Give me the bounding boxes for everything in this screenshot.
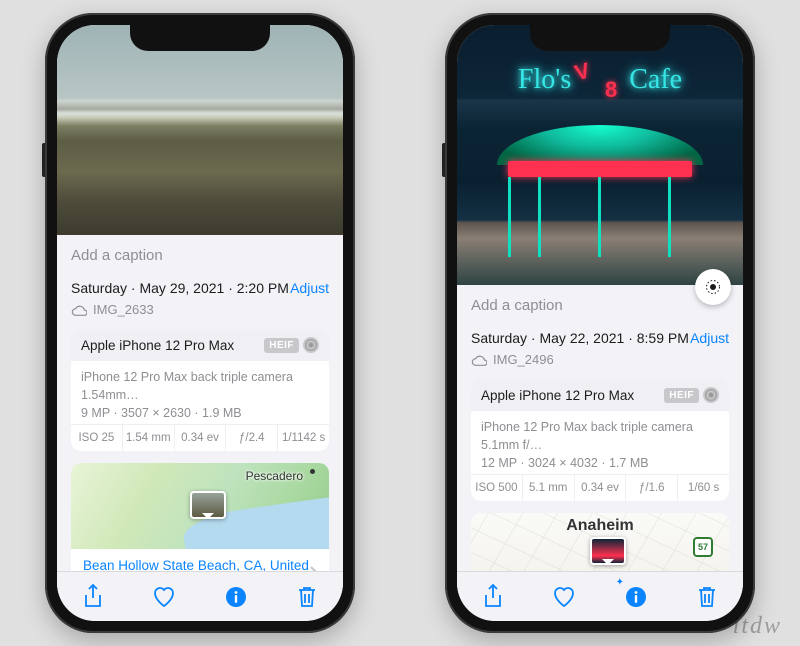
lens-icon [703, 387, 719, 403]
device-name: Apple iPhone 12 Pro Max [481, 388, 634, 403]
share-icon[interactable] [79, 583, 107, 611]
trash-icon[interactable] [693, 583, 721, 611]
iphone-mockup-right: Flo's Cafe Add a caption Saturday · May … [445, 13, 755, 633]
exif-fstop: ƒ/2.4 [226, 425, 278, 451]
map-location-row[interactable]: Bean Hollow State Beach, CA, United Stat… [71, 549, 329, 571]
adjust-button[interactable]: Adjust [290, 280, 329, 296]
info-icon[interactable] [622, 583, 650, 611]
info-panel: Add a caption Saturday · May 22, 2021 · … [457, 285, 743, 571]
dimensions-text: 12 MP · 3024 × 4032 · 1.7 MB [481, 454, 719, 470]
map-photo-pin[interactable] [190, 491, 226, 519]
info-panel: Add a caption Saturday · May 29, 2021 · … [57, 235, 343, 571]
map-place-label: Pescadero [246, 469, 303, 483]
live-photo-button[interactable] [695, 269, 731, 305]
photo-preview[interactable]: Flo's Cafe [457, 25, 743, 285]
favorite-icon[interactable] [150, 583, 178, 611]
favorite-icon[interactable] [550, 583, 578, 611]
neon-v8-logo [579, 59, 621, 101]
photo-cafe-image: Flo's Cafe [457, 25, 743, 285]
adjust-button[interactable]: Adjust [690, 330, 729, 346]
exif-iso: ISO 25 [71, 425, 123, 451]
exif-card: Apple iPhone 12 Pro Max HEIF iPhone 12 P… [71, 329, 329, 451]
map-card[interactable]: Pescadero Bean Hollow State Beach, CA, U… [71, 463, 329, 571]
lens-description: iPhone 12 Pro Max back triple camera 5.1… [481, 419, 719, 454]
highway-shield: 57 [693, 537, 713, 557]
neon-word-right: Cafe [629, 64, 682, 96]
caption-input[interactable]: Add a caption [71, 235, 329, 278]
screen: Add a caption Saturday · May 29, 2021 · … [57, 25, 343, 621]
chevron-right-icon [309, 566, 317, 572]
notch [530, 25, 670, 51]
exif-card: Apple iPhone 12 Pro Max HEIF iPhone 12 P… [471, 379, 729, 501]
exif-iso: ISO 500 [471, 475, 523, 501]
neon-sign: Flo's Cafe [457, 59, 743, 101]
exif-shutter: 1/1142 s [278, 425, 329, 451]
bottom-toolbar [457, 571, 743, 621]
photo-coast-image [57, 25, 343, 235]
exif-ev: 0.34 ev [175, 425, 227, 451]
lens-icon [303, 337, 319, 353]
cloud-icon [471, 353, 487, 367]
filename-text: IMG_2633 [93, 302, 154, 317]
bottom-toolbar [57, 571, 343, 621]
date-time-text: Saturday · May 22, 2021 · 8:59 PM [471, 330, 689, 346]
device-name: Apple iPhone 12 Pro Max [81, 338, 234, 353]
exif-focal: 5.1 mm [523, 475, 575, 501]
notch [130, 25, 270, 51]
info-icon[interactable] [222, 583, 250, 611]
screen: Flo's Cafe Add a caption Saturday · May … [457, 25, 743, 621]
format-badge: HEIF [264, 338, 299, 353]
map-photo-pin[interactable] [590, 537, 626, 565]
lens-description: iPhone 12 Pro Max back triple camera 1.5… [81, 369, 319, 404]
cloud-icon [71, 303, 87, 317]
map-card[interactable]: Anaheim 57 [471, 513, 729, 571]
map-place-dot [310, 469, 315, 474]
iphone-mockup-left: Add a caption Saturday · May 29, 2021 · … [45, 13, 355, 633]
share-icon[interactable] [479, 583, 507, 611]
caption-input[interactable]: Add a caption [471, 285, 729, 328]
map-location-text: Bean Hollow State Beach, CA, United Stat… [83, 558, 309, 571]
exif-shutter: 1/60 s [678, 475, 729, 501]
date-time-text: Saturday · May 29, 2021 · 2:20 PM [71, 280, 289, 296]
photo-preview[interactable] [57, 25, 343, 235]
exif-focal: 1.54 mm [123, 425, 175, 451]
format-badge: HEIF [664, 388, 699, 403]
filename-text: IMG_2496 [493, 352, 554, 367]
exif-ev: 0.34 ev [575, 475, 627, 501]
dimensions-text: 9 MP · 3507 × 2630 · 1.9 MB [81, 404, 319, 420]
neon-word-left: Flo's [518, 64, 571, 96]
trash-icon[interactable] [293, 583, 321, 611]
exif-fstop: ƒ/1.6 [626, 475, 678, 501]
map-place-label: Anaheim [566, 517, 634, 535]
